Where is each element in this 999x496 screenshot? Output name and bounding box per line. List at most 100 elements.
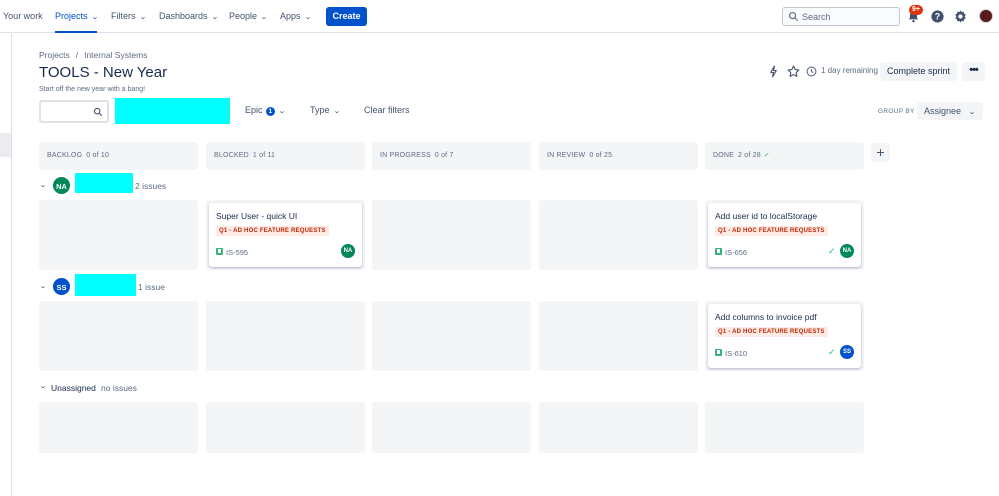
- column-count: 0 of 7: [434, 152, 454, 159]
- nav-apps-label: Apps: [280, 11, 301, 21]
- nav-dashboards-label: Dashboards: [159, 11, 208, 21]
- star-icon[interactable]: [787, 65, 800, 78]
- breadcrumb: Projects / Internal Systems: [39, 50, 147, 60]
- board-cell: [539, 402, 698, 453]
- epic-count-badge: 1: [265, 107, 276, 116]
- search-icon: [788, 11, 799, 22]
- issue-card[interactable]: Super User - quick UI Q1 - AD HOC FEATUR…: [209, 203, 362, 267]
- nav-people[interactable]: People ⌄: [229, 0, 268, 33]
- breadcrumb-projects[interactable]: Projects: [39, 50, 70, 60]
- column-name: IN REVIEW: [547, 152, 586, 159]
- epic-lozenge: Q1 - AD HOC FEATURE REQUESTS: [216, 226, 329, 236]
- story-icon: [216, 248, 223, 255]
- assignee-avatar[interactable]: NA: [341, 244, 355, 258]
- column-name: IN PROGRESS: [380, 152, 431, 159]
- breadcrumb-internal-systems[interactable]: Internal Systems: [84, 50, 147, 60]
- column-in-progress: IN PROGRESS 0 of 7: [372, 142, 531, 170]
- search-placeholder: Search: [802, 12, 831, 22]
- help-icon[interactable]: ?: [930, 9, 945, 24]
- column-name: BACKLOG: [47, 152, 83, 159]
- sidebar-toggle[interactable]: [0, 133, 11, 157]
- nav-apps[interactable]: Apps ⌄: [280, 0, 312, 33]
- column-count: 2 of 28: [738, 152, 761, 159]
- column-in-review: IN REVIEW 0 of 25: [539, 142, 698, 170]
- column-name: DONE: [713, 152, 735, 159]
- swimlane-issue-count: 1 issue: [138, 282, 165, 292]
- page-title: TOOLS - New Year: [39, 64, 168, 81]
- top-navigation: Your work Projects ⌄ Filters ⌄ Dashboards ⌄…: [0, 0, 999, 33]
- board-cell: Super User - quick UI Q1 - AD HOC FEATUR…: [206, 200, 365, 270]
- board-cell: [39, 301, 198, 371]
- redacted-avatar-filter: [115, 98, 230, 124]
- chevron-down-icon: ⌄: [90, 14, 99, 21]
- type-filter-label: Type: [310, 105, 330, 115]
- column-count: 1 of 11: [252, 152, 276, 159]
- issue-key[interactable]: IS-595: [226, 248, 248, 257]
- group-by-select[interactable]: Assignee ⌄: [917, 102, 983, 120]
- swimlane-collapse-chevron[interactable]: ⌄: [39, 282, 47, 290]
- time-remaining: 1 day remaining: [821, 66, 878, 75]
- column-count: 0 of 25: [589, 152, 613, 159]
- swimlane-unassigned-title: Unassigned: [51, 383, 96, 393]
- board-cell: [539, 200, 698, 270]
- chevron-down-icon: ⌄: [278, 108, 286, 115]
- issue-card[interactable]: Add columns to invoice pdf Q1 - AD HOC F…: [708, 304, 861, 368]
- issue-key[interactable]: IS-610: [725, 349, 747, 358]
- nav-projects-label: Projects: [55, 11, 88, 21]
- nav-projects[interactable]: Projects ⌄: [55, 0, 99, 33]
- epic-lozenge: Q1 - AD HOC FEATURE REQUESTS: [715, 327, 828, 337]
- issue-summary: Add columns to invoice pdf: [715, 312, 817, 322]
- settings-icon[interactable]: [953, 9, 968, 24]
- board-cell: [206, 301, 365, 371]
- board-search-input[interactable]: [39, 100, 109, 123]
- done-check-icon: ✓: [828, 246, 836, 256]
- column-count: 0 of 10: [86, 152, 110, 159]
- profile-avatar[interactable]: [979, 9, 993, 23]
- create-button[interactable]: Create: [326, 7, 367, 26]
- board-cell: [372, 301, 531, 371]
- board-cell: Add columns to invoice pdf Q1 - AD HOC F…: [705, 301, 864, 371]
- automation-icon[interactable]: [768, 65, 779, 78]
- swimlane-avatar-na: NA: [52, 176, 71, 195]
- board-cell: [39, 200, 198, 270]
- add-column-button[interactable]: +: [871, 143, 890, 162]
- group-by-value: Assignee: [924, 106, 962, 116]
- sprint-goal: Start off the new year with a bang!: [39, 86, 146, 93]
- board-cell: [39, 402, 198, 453]
- done-check-icon: ✓: [828, 347, 836, 357]
- chevron-down-icon: ⌄: [303, 14, 312, 21]
- board-cell: [372, 200, 531, 270]
- column-name: BLOCKED: [214, 152, 249, 159]
- board-cell: [206, 402, 365, 453]
- issue-key[interactable]: IS-656: [725, 248, 747, 257]
- more-actions-button[interactable]: •••: [962, 62, 985, 81]
- swimlane-collapse-chevron[interactable]: ⌄: [39, 382, 47, 390]
- chevron-down-icon: ⌄: [210, 14, 219, 21]
- type-filter-button[interactable]: Type ⌄: [310, 105, 341, 115]
- nav-filters[interactable]: Filters ⌄: [111, 0, 146, 33]
- epic-lozenge: Q1 - AD HOC FEATURE REQUESTS: [715, 226, 828, 236]
- search-icon: [93, 107, 103, 117]
- chevron-down-icon: ⌄: [968, 109, 976, 116]
- check-icon: ✓: [763, 152, 770, 159]
- chevron-down-icon: ⌄: [332, 108, 341, 115]
- nav-dashboards[interactable]: Dashboards ⌄: [159, 0, 219, 33]
- board-cell: [372, 402, 531, 453]
- epic-filter-button[interactable]: Epic 1 ⌄: [245, 105, 286, 116]
- group-by-label: GROUP BY: [878, 108, 915, 115]
- svg-text:?: ?: [935, 12, 940, 22]
- assignee-avatar[interactable]: NA: [840, 244, 854, 258]
- clear-filters-button[interactable]: Clear filters: [364, 105, 410, 115]
- nav-your-work-label: Your work: [3, 11, 43, 21]
- nav-people-label: People: [229, 11, 258, 21]
- swimlane-issue-count: 2 issues: [135, 181, 167, 191]
- nav-your-work[interactable]: Your work: [3, 0, 43, 33]
- assignee-avatar[interactable]: SS: [840, 345, 854, 359]
- redacted-assignee-name: [75, 274, 136, 296]
- search-input[interactable]: Search: [782, 7, 900, 26]
- sidebar-divider: [11, 34, 12, 496]
- complete-sprint-button[interactable]: Complete sprint: [880, 62, 957, 81]
- swimlane-collapse-chevron[interactable]: ⌄: [39, 181, 47, 189]
- issue-card[interactable]: Add user id to localStorage Q1 - AD HOC …: [708, 203, 861, 267]
- redacted-assignee-name: [75, 173, 133, 193]
